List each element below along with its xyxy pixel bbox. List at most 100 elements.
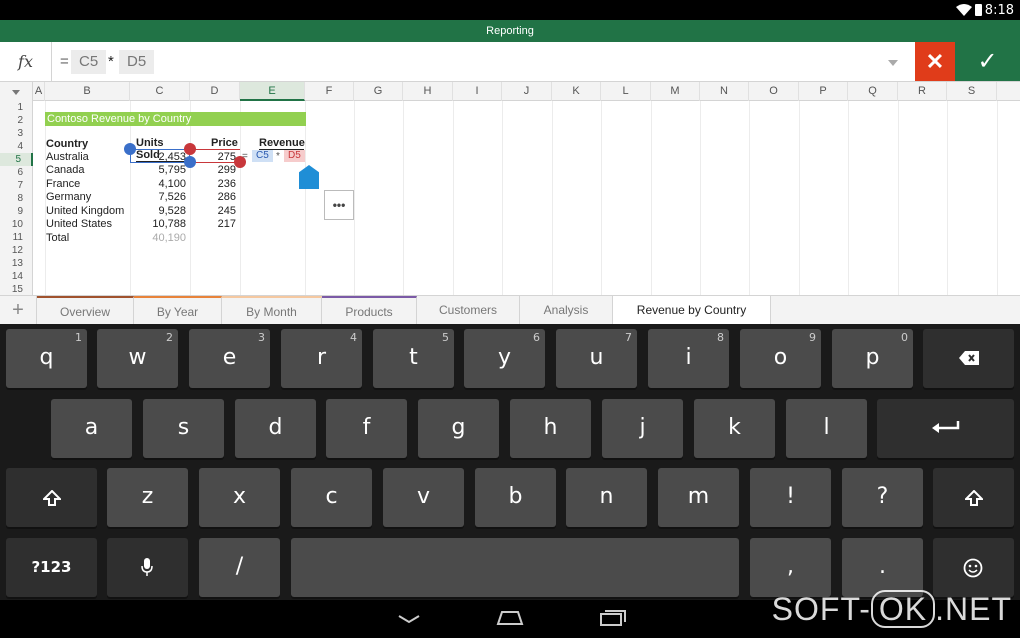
column-header-e[interactable]: E bbox=[240, 82, 305, 101]
key-q[interactable]: 1q bbox=[6, 329, 87, 388]
formula-ref-d5[interactable]: D5 bbox=[119, 50, 155, 74]
row-header[interactable]: 1 bbox=[0, 101, 33, 114]
cell-price[interactable]: 236 bbox=[190, 178, 236, 191]
formula-ref-c5[interactable]: C5 bbox=[71, 50, 107, 74]
column-header-n[interactable]: N bbox=[700, 82, 749, 101]
column-header-d[interactable]: D bbox=[190, 82, 240, 101]
cell-price[interactable]: 286 bbox=[190, 191, 236, 204]
formula-operator[interactable]: * bbox=[108, 50, 114, 74]
column-header-g[interactable]: G bbox=[354, 82, 403, 101]
key-x[interactable]: x bbox=[199, 468, 280, 527]
key-exclamation[interactable]: ! bbox=[750, 468, 831, 527]
column-header-c[interactable]: C bbox=[130, 82, 190, 101]
key-comma[interactable]: , bbox=[750, 538, 831, 597]
tab-by-month[interactable]: By Month bbox=[222, 296, 322, 324]
cell-country[interactable]: Canada bbox=[46, 164, 85, 177]
cell-price[interactable]: 245 bbox=[190, 205, 236, 218]
more-options-button[interactable]: ••• bbox=[324, 190, 354, 220]
cell-total-units[interactable]: 40,190 bbox=[130, 232, 186, 245]
key-z[interactable]: z bbox=[107, 468, 188, 527]
row-header[interactable]: 13 bbox=[0, 257, 33, 270]
confirm-button[interactable]: ✓ bbox=[955, 42, 1020, 81]
selection-handle-end[interactable] bbox=[184, 156, 196, 168]
row-header[interactable]: 11 bbox=[0, 231, 33, 244]
cell-units[interactable]: 9,528 bbox=[130, 205, 186, 218]
cell-price[interactable]: 217 bbox=[190, 218, 236, 231]
key-h[interactable]: h bbox=[510, 399, 591, 458]
key-t[interactable]: 5t bbox=[373, 329, 454, 388]
column-header-l[interactable]: L bbox=[601, 82, 651, 101]
spreadsheet-grid[interactable]: A B C D E F G H I J K L M N O P Q R S 1 … bbox=[0, 82, 1020, 295]
recent-apps-icon[interactable] bbox=[600, 610, 626, 626]
column-header-i[interactable]: I bbox=[453, 82, 502, 101]
key-p[interactable]: 0p bbox=[832, 329, 913, 388]
tab-analysis[interactable]: Analysis bbox=[520, 296, 613, 324]
selection-handle-start[interactable] bbox=[124, 143, 136, 155]
sheet-title-cell[interactable]: Contoso Revenue by Country bbox=[45, 112, 306, 126]
key-l[interactable]: l bbox=[786, 399, 867, 458]
tab-by-year[interactable]: By Year bbox=[134, 296, 222, 324]
key-f[interactable]: f bbox=[326, 399, 407, 458]
key-b[interactable]: b bbox=[475, 468, 556, 527]
cell-units[interactable]: 10,788 bbox=[130, 218, 186, 231]
row-header[interactable]: 8 bbox=[0, 192, 33, 205]
cell-country[interactable]: Australia bbox=[46, 151, 89, 164]
cell-units[interactable]: 4,100 bbox=[130, 178, 186, 191]
shift-key-left[interactable] bbox=[6, 468, 97, 527]
cell-units[interactable]: 5,795 bbox=[130, 164, 186, 177]
column-header-s[interactable]: S bbox=[947, 82, 997, 101]
key-a[interactable]: a bbox=[51, 399, 132, 458]
column-header-f[interactable]: F bbox=[305, 82, 354, 101]
row-header[interactable]: 9 bbox=[0, 205, 33, 218]
row-header[interactable]: 7 bbox=[0, 179, 33, 192]
row-header-selected[interactable]: 5 bbox=[0, 153, 33, 166]
column-header-b[interactable]: B bbox=[45, 82, 130, 101]
key-y[interactable]: 6y bbox=[464, 329, 545, 388]
chevron-down-icon[interactable] bbox=[888, 60, 898, 66]
text-cursor-handle[interactable] bbox=[299, 165, 319, 189]
row-header[interactable]: 14 bbox=[0, 270, 33, 283]
key-m[interactable]: m bbox=[658, 468, 739, 527]
tab-overview[interactable]: Overview bbox=[37, 296, 134, 324]
row-header[interactable]: 3 bbox=[0, 127, 33, 140]
backspace-key[interactable] bbox=[923, 329, 1014, 388]
column-header-k[interactable]: K bbox=[552, 82, 601, 101]
home-icon[interactable] bbox=[496, 610, 524, 626]
column-header-o[interactable]: O bbox=[749, 82, 799, 101]
row-header[interactable]: 2 bbox=[0, 114, 33, 127]
add-sheet-button[interactable]: + bbox=[0, 296, 37, 324]
spacebar[interactable] bbox=[291, 538, 739, 597]
enter-key[interactable] bbox=[877, 399, 1014, 458]
header-country[interactable]: Country bbox=[46, 138, 88, 151]
key-question[interactable]: ? bbox=[842, 468, 923, 527]
cell-total-label[interactable]: Total bbox=[46, 232, 69, 245]
cell-country[interactable]: United Kingdom bbox=[46, 205, 124, 218]
key-i[interactable]: 8i bbox=[648, 329, 729, 388]
row-header[interactable]: 15 bbox=[0, 283, 33, 295]
row-header[interactable]: 4 bbox=[0, 140, 33, 153]
header-revenue[interactable]: Revenue bbox=[259, 137, 305, 150]
shift-key-right[interactable] bbox=[933, 468, 1014, 527]
key-d[interactable]: d bbox=[235, 399, 316, 458]
back-icon[interactable] bbox=[398, 614, 420, 624]
key-r[interactable]: 4r bbox=[281, 329, 362, 388]
cell-price[interactable]: 299 bbox=[190, 164, 236, 177]
tab-revenue-by-country[interactable]: Revenue by Country bbox=[613, 296, 771, 324]
row-header[interactable]: 12 bbox=[0, 244, 33, 257]
key-c[interactable]: c bbox=[291, 468, 372, 527]
column-header-p[interactable]: P bbox=[799, 82, 848, 101]
formula-equals[interactable]: = bbox=[60, 50, 69, 74]
key-e[interactable]: 3e bbox=[189, 329, 270, 388]
column-header-j[interactable]: J bbox=[502, 82, 552, 101]
key-period[interactable]: . bbox=[842, 538, 923, 597]
column-header-q[interactable]: Q bbox=[848, 82, 898, 101]
key-g[interactable]: g bbox=[418, 399, 499, 458]
cell-country[interactable]: France bbox=[46, 178, 80, 191]
cell-country[interactable]: Germany bbox=[46, 191, 91, 204]
tab-products[interactable]: Products bbox=[322, 296, 417, 324]
key-o[interactable]: 9o bbox=[740, 329, 821, 388]
key-k[interactable]: k bbox=[694, 399, 775, 458]
key-n[interactable]: n bbox=[566, 468, 647, 527]
row-header[interactable]: 6 bbox=[0, 166, 33, 179]
function-button[interactable]: fx bbox=[0, 42, 52, 81]
